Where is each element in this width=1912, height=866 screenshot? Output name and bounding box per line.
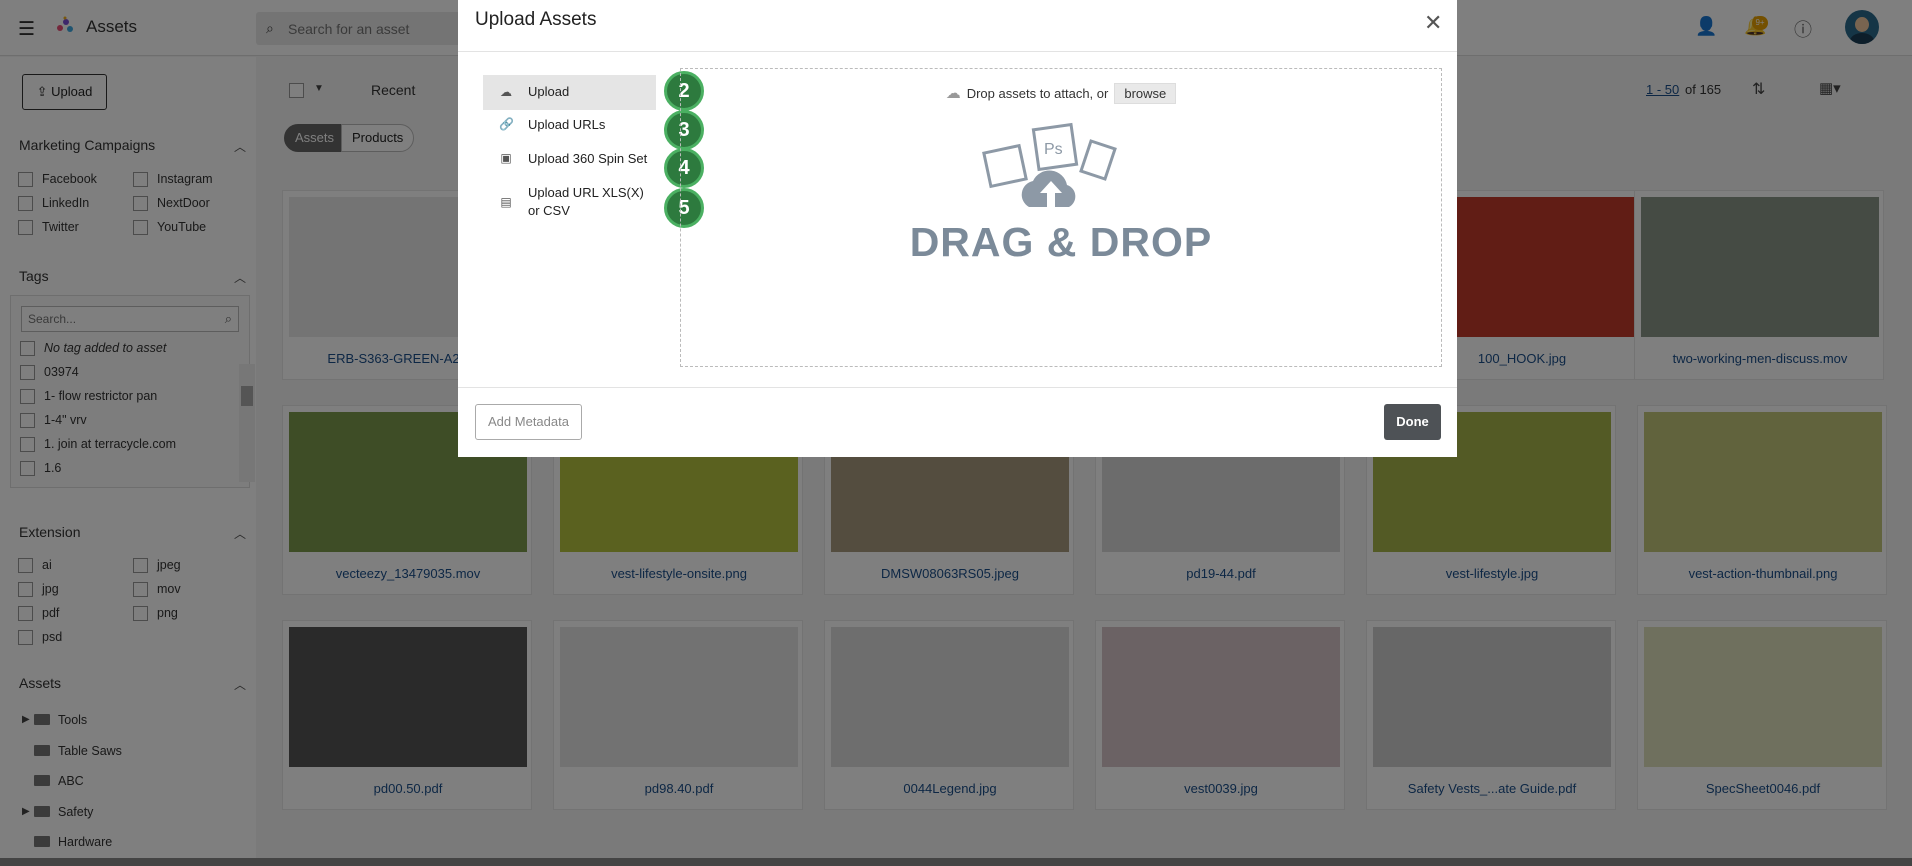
- close-icon[interactable]: ✕: [1424, 12, 1442, 34]
- drop-instructions: ☁ Drop assets to attach, or browse: [681, 83, 1441, 104]
- document-icon: ▤: [500, 195, 512, 209]
- option-label: Upload URLs: [528, 117, 606, 132]
- upload-icon: ☁: [500, 85, 512, 99]
- link-icon: 🔗: [499, 117, 514, 131]
- option-label: Upload URL XLS(X) or CSV: [528, 185, 644, 218]
- option-label: Upload: [528, 84, 570, 99]
- cloud-upload-icon: ☁: [945, 85, 961, 102]
- drag-drop-illustration-icon: Ps: [982, 122, 1117, 207]
- svg-text:Ps: Ps: [1044, 141, 1063, 158]
- done-button[interactable]: Done: [1384, 404, 1441, 440]
- drop-text: Drop assets to attach, or: [966, 86, 1109, 101]
- option-upload-360[interactable]: ▣ Upload 360 Spin Set: [483, 146, 656, 174]
- divider: [458, 51, 1457, 52]
- option-upload-xls[interactable]: ▤ Upload URL XLS(X) or CSV: [483, 181, 656, 225]
- image-icon: ▣: [500, 151, 512, 165]
- divider: [458, 387, 1457, 388]
- drag-drop-title: DRAG & DROP: [909, 219, 1213, 265]
- window-bottom-bar: [0, 858, 1912, 866]
- browse-button[interactable]: browse: [1114, 83, 1177, 104]
- option-label: Upload 360 Spin Set: [528, 151, 648, 166]
- option-upload-urls[interactable]: 🔗 Upload URLs: [483, 112, 656, 140]
- dialog-title: Upload Assets: [475, 9, 597, 30]
- upload-assets-dialog: Upload Assets ✕ ☁ Upload 2 🔗 Upload URLs…: [458, 0, 1457, 457]
- drop-zone[interactable]: ☁ Drop assets to attach, or browse Ps DRAG…: [680, 68, 1442, 367]
- add-metadata-button[interactable]: Add Metadata: [475, 404, 582, 440]
- option-upload[interactable]: ☁ Upload: [483, 75, 656, 110]
